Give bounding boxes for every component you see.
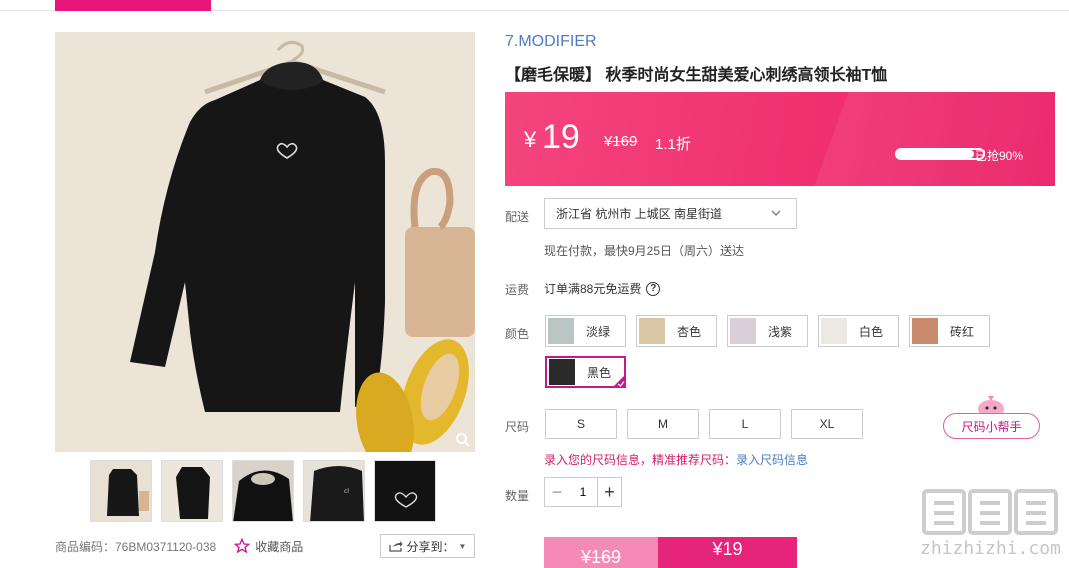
favorite-button[interactable]: 收藏商品: [234, 538, 303, 555]
size-tip: 录入您的尺码信息，精准推荐尺码：录入尺码信息: [544, 451, 808, 468]
size-tip-text: 录入您的尺码信息，精准推荐尺码：: [544, 453, 737, 467]
delivery-label: 配送: [505, 210, 530, 224]
product-photo: [55, 32, 475, 452]
color-swatch: [549, 359, 575, 385]
color-swatch: [548, 318, 574, 344]
sold-progress-fill: [897, 150, 975, 158]
zoom-icon[interactable]: [455, 432, 471, 448]
shipping-text: 订单满88元免运费: [544, 282, 642, 296]
shipping-label: 运费: [505, 283, 530, 297]
color-option-black[interactable]: 黑色: [545, 356, 626, 388]
quantity-plus-button[interactable]: +: [597, 478, 621, 506]
color-name: 浅紫: [768, 324, 793, 339]
color-option-white[interactable]: 白色: [818, 315, 899, 347]
thumbnail-5[interactable]: [374, 460, 436, 522]
buy-original-price-button[interactable]: ¥169: [544, 537, 658, 568]
quantity-minus-button[interactable]: −: [545, 478, 569, 506]
active-tab-indicator[interactable]: [55, 0, 211, 11]
color-name: 砖红: [950, 324, 975, 339]
product-meta-row: 商品编码：76BM0371120-038 收藏商品 分享到： ▼: [55, 534, 475, 558]
delivery-eta: 现在付款，最快9月25日（周六）送达: [544, 244, 745, 258]
address-value: 浙江省 杭州市 上城区 南星街道: [556, 207, 723, 221]
discount-label: 1.1折: [655, 136, 691, 153]
product-title: 【磨毛保暖】 秋季时尚女生甜美爱心刺绣高领长袖T恤: [505, 67, 888, 84]
size-label: 尺码: [505, 420, 530, 434]
star-icon: [234, 538, 251, 554]
share-icon: [388, 541, 403, 552]
selected-check-icon: [612, 374, 626, 388]
svg-text:cl: cl: [344, 488, 349, 495]
color-option-light-purple[interactable]: 浅紫: [727, 315, 808, 347]
quantity-stepper: − +: [544, 477, 622, 507]
size-tip-link[interactable]: 录入尺码信息: [736, 453, 808, 467]
buy-now-button[interactable]: ¥19: [658, 537, 797, 568]
original-price: ¥169: [604, 133, 638, 150]
thumbnail-1[interactable]: [90, 460, 152, 522]
share-label: 分享到：: [406, 539, 455, 554]
price-currency: ¥: [524, 127, 537, 152]
current-price: 19: [542, 118, 580, 156]
quantity-input[interactable]: [569, 478, 597, 506]
chevron-down-icon: ▼: [458, 541, 467, 551]
sold-percent: 已抢90%: [975, 149, 1024, 163]
brand-name[interactable]: 7.MODIFIER: [505, 33, 597, 51]
top-nav-bar: [0, 0, 1069, 11]
share-button[interactable]: 分享到： ▼: [380, 534, 475, 558]
color-name: 白色: [859, 324, 884, 339]
color-name: 淡绿: [586, 324, 611, 339]
color-option-brick-red[interactable]: 砖红: [909, 315, 990, 347]
color-name: 黑色: [587, 365, 612, 380]
product-main-image[interactable]: [55, 32, 475, 452]
thumbnail-4[interactable]: cl: [303, 460, 365, 522]
color-option-apricot[interactable]: 杏色: [636, 315, 717, 347]
size-helper-button[interactable]: 尺码小帮手: [943, 413, 1040, 439]
chevron-down-icon: [771, 210, 781, 216]
shipping-info: 订单满88元免运费 ?: [544, 280, 661, 297]
size-option-s[interactable]: S: [545, 409, 617, 439]
color-swatch: [730, 318, 756, 344]
color-name: 杏色: [677, 324, 702, 339]
help-icon[interactable]: ?: [646, 281, 661, 296]
color-swatch: [639, 318, 665, 344]
size-option-l[interactable]: L: [709, 409, 781, 439]
color-option-light-green[interactable]: 淡绿: [545, 315, 626, 347]
color-swatch: [912, 318, 938, 344]
thumbnail-3[interactable]: [232, 460, 294, 522]
banner-decoration: [812, 92, 1055, 186]
color-label: 颜色: [505, 327, 530, 341]
size-option-m[interactable]: M: [627, 409, 699, 439]
color-swatch: [821, 318, 847, 344]
favorite-label: 收藏商品: [255, 539, 304, 554]
thumbnail-strip: cl: [90, 460, 436, 522]
price-banner: ¥ 19 ¥169 1.1折 已抢90%: [505, 92, 1055, 186]
address-select[interactable]: 浙江省 杭州市 上城区 南星街道: [544, 198, 797, 229]
product-code: 商品编码：76BM0371120-038: [55, 539, 217, 554]
size-option-xl[interactable]: XL: [791, 409, 863, 439]
watermark-text: zhizhizhi.com: [920, 538, 1061, 559]
quantity-label: 数量: [505, 489, 530, 503]
sold-progress-bar: [895, 148, 985, 160]
thumbnail-2[interactable]: [161, 460, 223, 522]
